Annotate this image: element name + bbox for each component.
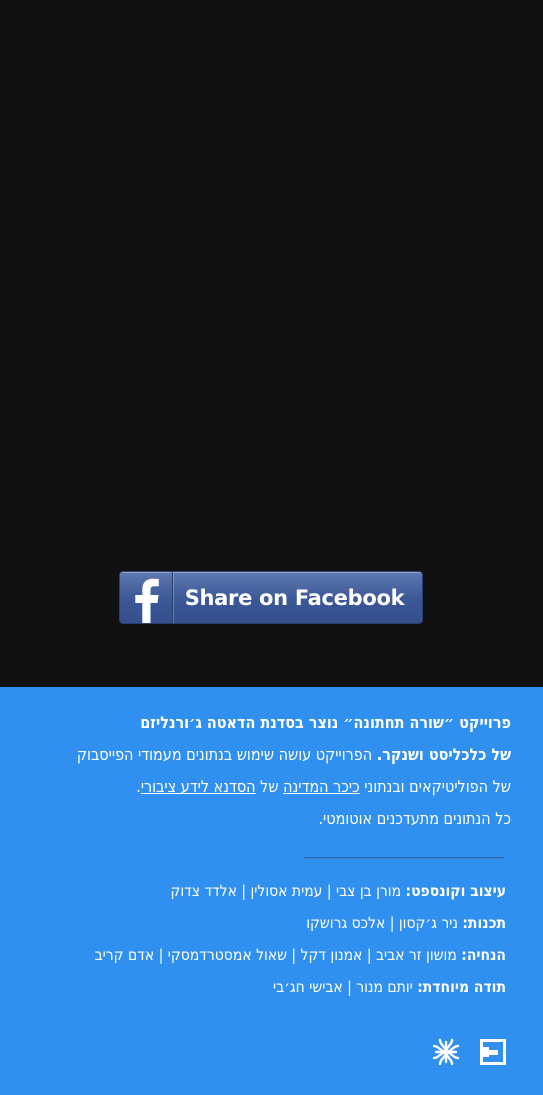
about-line-3: של הפוליטיקאים ובנתוני כיכר המדינה של הס… [31,771,511,803]
calcalist-logo-icon[interactable] [480,1039,506,1065]
credit-line-design: עיצוב וקונספט: מורן בן צבי | עמית אסולין… [36,875,506,907]
about-line-4: כל הנתונים מתעדכנים אוטומטי. [318,809,511,828]
share-on-facebook-button[interactable]: Share on Facebook [119,571,423,624]
about-line-1-bold: פרוייקט ״שורה תחתונה״ נוצר בסדנת הדאטה ג… [140,713,511,732]
about-line-2-bold: של כלכליסט ושנקר. [376,745,511,764]
credit-names: מורן בן צבי | עמית אסולין | אלדד צדוק [170,882,402,900]
credit-line-thanks: תודה מיוחדת: יותם מנור | אבישי חג׳בי [36,971,506,1003]
about-line-2-text: הפרוייקט עושה שימוש בנתונים מעמודי הפייס… [76,745,377,764]
shenkar-knot-icon[interactable] [431,1037,461,1067]
credit-label: תודה מיוחדת: [417,978,506,996]
kikar-hamedina-link[interactable]: כיכר המדינה [283,777,360,796]
credit-label: הנחיה: [461,946,506,964]
top-area: Share on Facebook [0,0,543,687]
credit-names: יותם מנור | אבישי חג׳בי [272,978,413,996]
credit-label: תכנות: [462,914,506,932]
credits: עיצוב וקונספט: מורן בן צבי | עמית אסולין… [36,875,506,1003]
page: Share on Facebook פרוייקט ״שורה תחתונה״ … [0,0,543,1095]
about-line-2: של כלכליסט ושנקר. הפרוייקט עושה שימוש בנ… [31,739,511,771]
credit-label: עיצוב וקונספט: [405,882,507,900]
divider [304,857,504,859]
about-line-3-mid: של [255,777,284,796]
credit-line-guidance: הנחיה: מושון זר אביב | אמנון דקל | שאול … [36,939,506,971]
about-text: פרוייקט ״שורה תחתונה״ נוצר בסדנת הדאטה ג… [31,707,511,835]
hasadna-link[interactable]: הסדנא לידע ציבורי [141,777,256,796]
about-line-1: פרוייקט ״שורה תחתונה״ נוצר בסדנת הדאטה ג… [31,707,511,739]
footer: פרוייקט ״שורה תחתונה״ נוצר בסדנת הדאטה ג… [0,687,543,1095]
share-button-label: Share on Facebook [184,585,405,610]
credit-names: ניר ג׳קסון | אלכס גרושקו [306,914,458,932]
facebook-f-icon [120,572,173,623]
credit-line-programming: תכנות: ניר ג׳קסון | אלכס גרושקו [36,907,506,939]
about-line-3-pre: של הפוליטיקאים ובנתוני [359,777,511,796]
credit-names: מושון זר אביב | אמנון דקל | שאול אמסטרדמ… [94,946,457,964]
